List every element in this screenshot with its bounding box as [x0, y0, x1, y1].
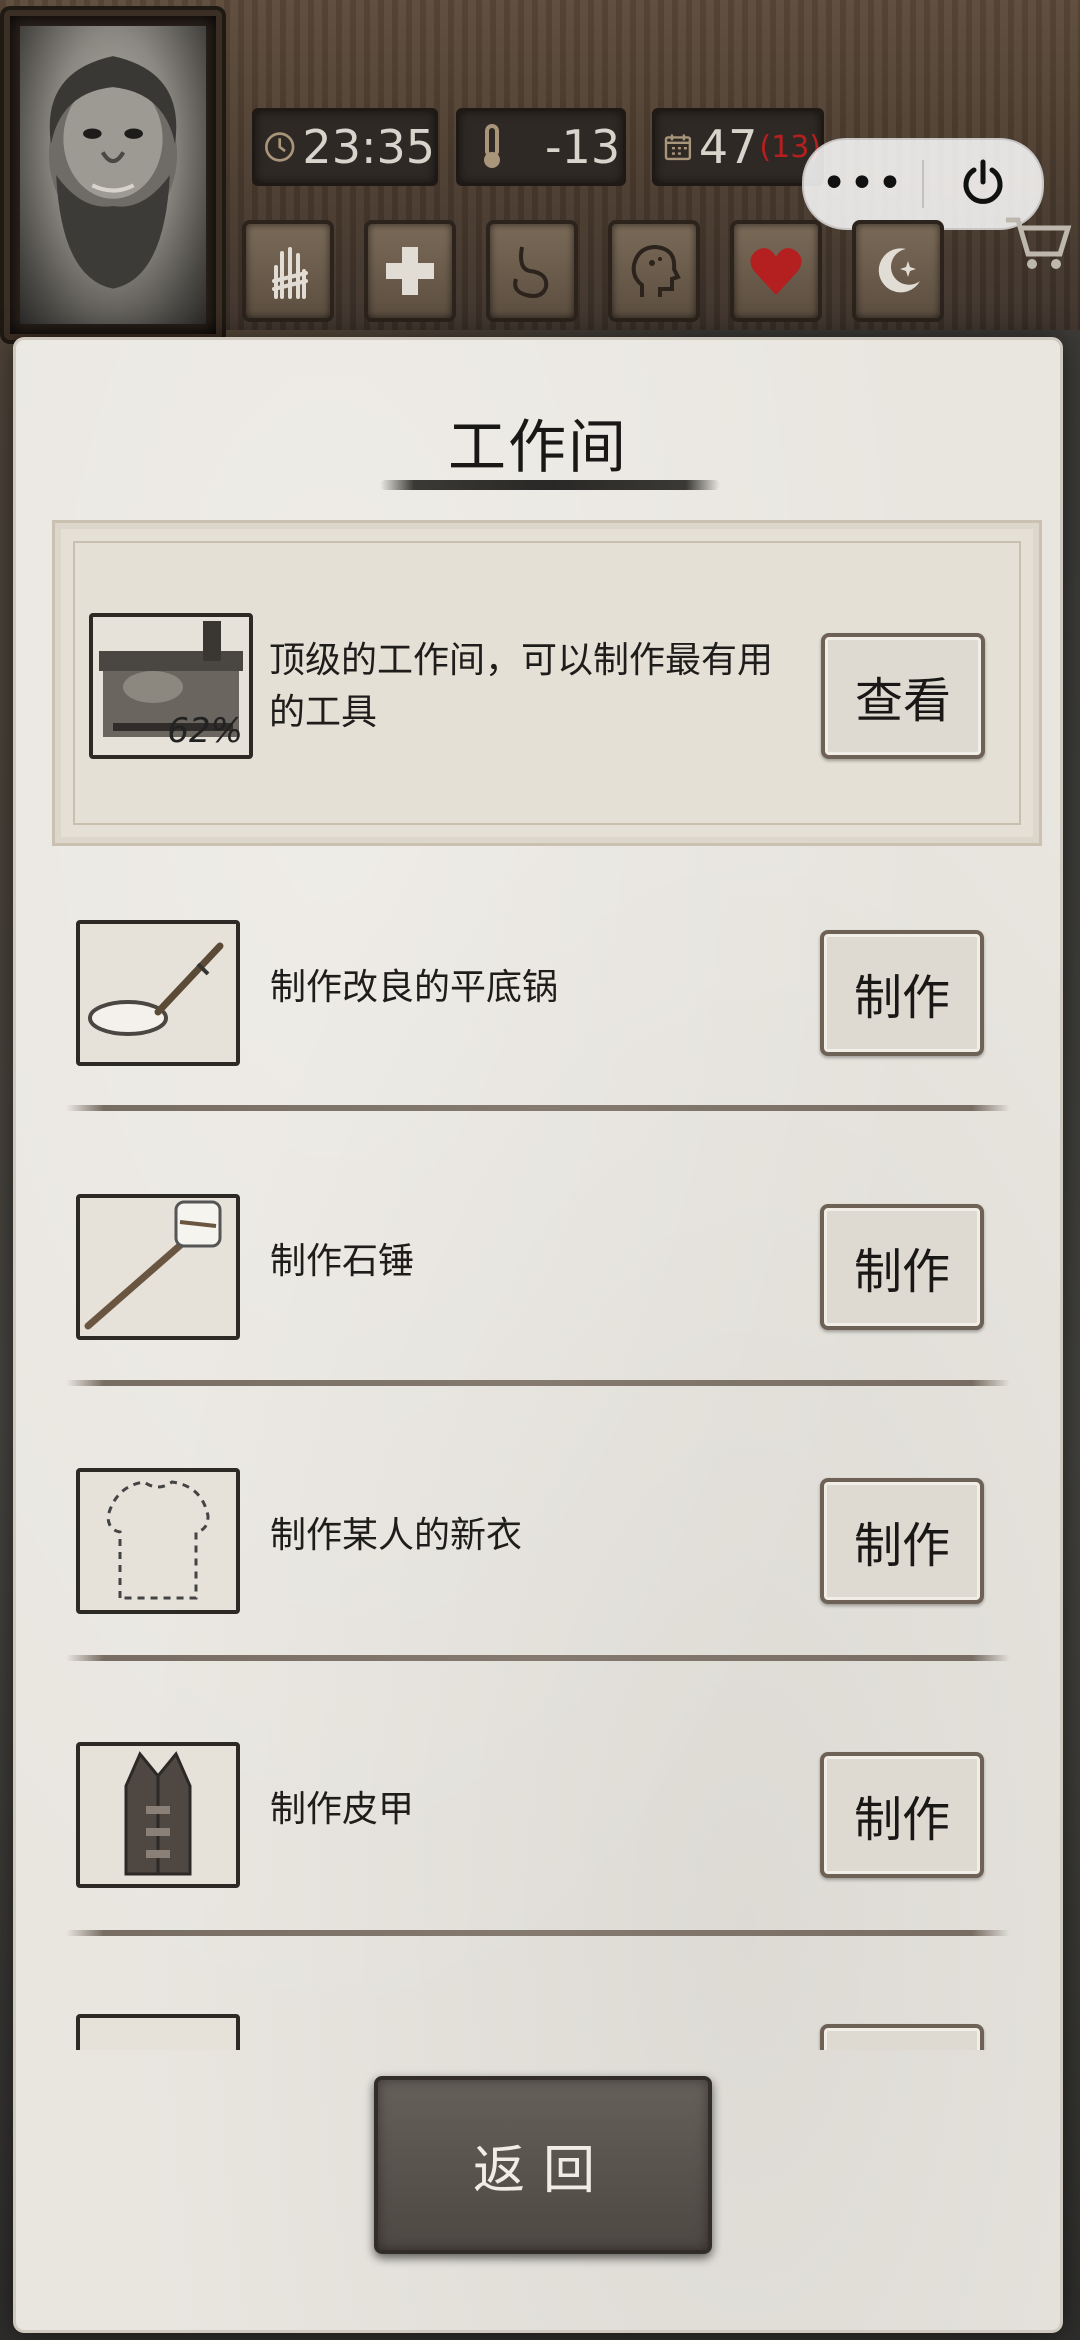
temperature-value: -13 [545, 120, 621, 174]
leather-armor-thumbnail [76, 1742, 240, 1888]
craft-button[interactable]: 制作 [820, 1752, 984, 1878]
recipe-item-partial [76, 2014, 1016, 2050]
recipe-label: 制作皮甲 [270, 1789, 415, 1830]
heart-icon [750, 248, 802, 295]
build-progress: 62% [167, 711, 243, 751]
temperature-display: -13 [456, 108, 626, 186]
quick-hand-button[interactable] [242, 220, 334, 322]
list-divider [66, 1655, 1010, 1661]
list-divider [66, 1380, 1010, 1386]
craft-button[interactable]: 制作 [820, 1478, 984, 1604]
recipe-item-new-clothes: 制作某人的新衣 制作 [76, 1468, 1016, 1618]
back-button[interactable]: 返回 [374, 2076, 712, 2254]
recipe-list[interactable]: 62% 顶级的工作间，可以制作最有用 的工具 查看 制作改良的平底锅 制作 制作… [16, 520, 1060, 2340]
title-underline [380, 480, 720, 490]
quick-action-bar [242, 220, 944, 322]
time-display: 23:35 [252, 108, 438, 186]
recipe-item-leather-armor: 制作皮甲 制作 [76, 1742, 1016, 1892]
workbench-card: 62% 顶级的工作间，可以制作最有用 的工具 查看 [52, 520, 1042, 846]
quick-stomach-button[interactable] [486, 220, 578, 322]
craft-button[interactable] [820, 2024, 984, 2050]
recipe-item-stone-hammer: 制作石锤 制作 [76, 1194, 1016, 1344]
bearded-man-icon [48, 56, 178, 289]
medical-cross-icon [386, 247, 434, 295]
view-button[interactable]: 查看 [821, 633, 985, 759]
day-value: 47 [698, 120, 758, 174]
bandaged-hand-icon [272, 247, 308, 299]
workbench-description: 顶级的工作间，可以制作最有用 的工具 [269, 635, 809, 739]
workshop-panel: 工作间 62% 顶级的工作间，可以制作最有用 的工具 查看 制作改良的平底锅 制… [16, 340, 1060, 2330]
character-portrait[interactable] [4, 10, 222, 340]
dashed-shirt-icon [106, 1480, 210, 1600]
workbench-description-line1: 顶级的工作间，可以制作最有用 [269, 640, 774, 681]
stomach-icon [513, 246, 549, 298]
workbench-thumbnail: 62% [89, 613, 253, 759]
workbench-description-line2: 的工具 [269, 692, 378, 733]
recipe-label: 制作石锤 [270, 1241, 415, 1282]
thermometer-icon [484, 124, 500, 168]
stone-hammer-icon [84, 1200, 222, 1330]
panel-title: 工作间 [447, 413, 628, 481]
head-icon [631, 244, 681, 297]
frying-pan-thumbnail [76, 920, 240, 1066]
leather-vest-icon [124, 1751, 192, 1876]
craft-button[interactable]: 制作 [820, 930, 984, 1056]
recipe-label: 制作改良的平底锅 [270, 967, 559, 1008]
quick-heart-button[interactable] [730, 220, 822, 322]
shopping-cart-icon[interactable] [1002, 210, 1074, 274]
quick-mind-button[interactable] [608, 220, 700, 322]
craft-button[interactable]: 制作 [820, 1204, 984, 1330]
day-counter: 47 (13) [652, 108, 824, 186]
stone-hammer-thumbnail [76, 1194, 240, 1340]
calendar-icon [664, 134, 692, 161]
clock-icon [265, 132, 295, 162]
list-divider [66, 1930, 1010, 1936]
new-clothes-thumbnail [76, 1468, 240, 1614]
ellipsis-icon[interactable]: ••• [804, 162, 922, 206]
power-icon [963, 159, 1003, 204]
frying-pan-icon [88, 942, 224, 1036]
list-divider [66, 1105, 1010, 1111]
partial-thumbnail [76, 2014, 240, 2050]
character-face [20, 26, 206, 324]
quick-health-button[interactable] [364, 220, 456, 322]
moon-icon [878, 248, 920, 293]
power-button[interactable] [924, 158, 1042, 210]
recipe-label: 制作某人的新衣 [270, 1515, 523, 1556]
time-value: 23:35 [302, 120, 435, 174]
quick-sleep-button[interactable] [852, 220, 944, 322]
recipe-item-frying-pan: 制作改良的平底锅 制作 [76, 920, 1016, 1070]
